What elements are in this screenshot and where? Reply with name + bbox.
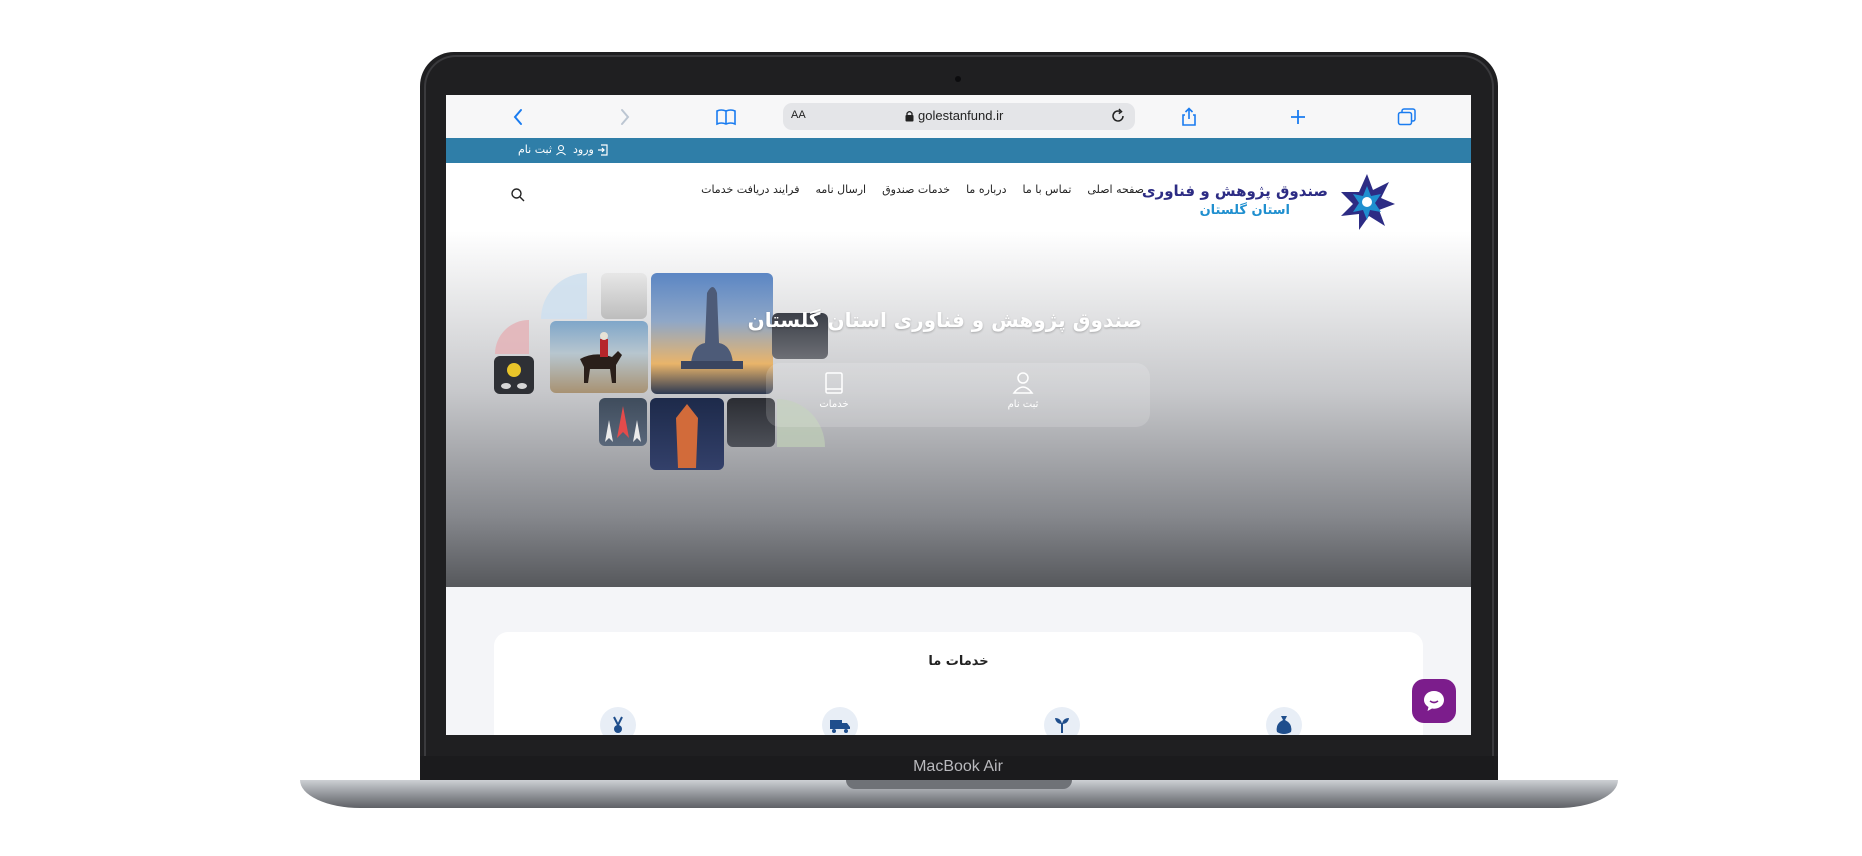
logo-subtitle: استان گلستان xyxy=(1199,203,1290,218)
site-topbar: ورود ثبت نام xyxy=(446,138,1471,163)
hero-services-button[interactable]: خدمات xyxy=(794,371,874,419)
site-header: صندوق پژوهش و فناوری استان گلستان صفحه ا… xyxy=(446,163,1471,231)
address-bar[interactable]: AA golestanfund.ir xyxy=(783,103,1135,130)
user-icon xyxy=(1012,372,1034,394)
lock-icon xyxy=(905,111,914,122)
share-icon[interactable] xyxy=(1178,106,1200,128)
browser-screen: AA golestanfund.ir ورود ثبت نام صندوق پژ… xyxy=(446,95,1471,735)
hero-register-button[interactable]: ثبت نام xyxy=(983,371,1063,419)
hero-services-label: خدمات xyxy=(819,399,849,410)
bookmarks-book-icon[interactable] xyxy=(715,106,737,128)
chat-support-button[interactable] xyxy=(1412,679,1456,723)
url-text[interactable]: golestanfund.ir xyxy=(918,108,1003,123)
mosaic-photo-stairs xyxy=(601,273,647,319)
user-icon xyxy=(555,144,566,155)
register-label: ثبت نام xyxy=(518,143,552,156)
laptop-base-notch xyxy=(846,780,1072,789)
nav-item-contact[interactable]: تماس با ما xyxy=(1023,183,1072,196)
nav-item-service-process[interactable]: فرایند دریافت خدمات xyxy=(701,183,799,196)
new-tab-plus-icon[interactable] xyxy=(1287,106,1309,128)
decorative-quarter-circle xyxy=(495,320,529,354)
nav-item-fund-services[interactable]: خدمات صندوق xyxy=(882,183,950,196)
search-icon[interactable] xyxy=(510,187,526,203)
mosaic-photo-horse-rider xyxy=(550,321,648,393)
chat-bubble-icon xyxy=(1424,691,1444,711)
mosaic-photo-monument xyxy=(651,273,773,394)
book-icon xyxy=(825,372,843,394)
login-icon xyxy=(597,143,608,156)
back-chevron-icon[interactable] xyxy=(507,106,529,128)
webcam xyxy=(955,76,961,82)
mosaic-photo-tower xyxy=(650,398,724,470)
services-title: خدمات ما xyxy=(928,654,989,669)
nav-item-about[interactable]: درباره ما xyxy=(966,183,1006,196)
site-logo[interactable]: صندوق پژوهش و فناوری استان گلستان xyxy=(1142,171,1400,233)
register-link[interactable]: ثبت نام xyxy=(518,143,567,156)
nav-item-home[interactable]: صفحه اصلی xyxy=(1087,183,1144,196)
logo-title: صندوق پژوهش و فناوری xyxy=(1141,182,1328,200)
hero-quick-actions: ثبت نام خدمات xyxy=(766,363,1150,427)
truck-icon[interactable] xyxy=(822,707,858,735)
hero-register-label: ثبت نام xyxy=(1007,399,1039,410)
money-bag-icon[interactable] xyxy=(1266,707,1302,735)
decorative-quarter-circle xyxy=(541,273,587,319)
plant-growth-icon[interactable] xyxy=(1044,707,1080,735)
main-nav: صفحه اصلی تماس با ما درباره ما خدمات صند… xyxy=(701,183,1144,196)
logo-star-icon xyxy=(1341,174,1395,230)
login-label: ورود xyxy=(573,143,594,156)
hero-section: صندوق پژوهش و فناوری استان گلستان ثبت نا… xyxy=(446,231,1471,587)
login-link[interactable]: ورود xyxy=(573,143,609,156)
device-brand-label: MacBook Air xyxy=(913,758,1003,775)
hero-title: صندوق پژوهش و فناوری استان گلستان xyxy=(747,308,1142,332)
nav-item-send-letter[interactable]: ارسال نامه xyxy=(815,183,866,196)
text-size-button[interactable]: AA xyxy=(791,109,806,121)
tabs-overview-icon[interactable] xyxy=(1396,106,1418,128)
mosaic-photo-paper-planes xyxy=(599,398,647,446)
forward-chevron-icon[interactable] xyxy=(614,106,636,128)
award-medal-icon[interactable] xyxy=(600,707,636,735)
mosaic-photo-robot xyxy=(494,356,534,394)
reload-icon[interactable] xyxy=(1109,107,1127,125)
browser-toolbar: AA golestanfund.ir xyxy=(446,95,1471,138)
services-section: خدمات ما xyxy=(494,632,1423,735)
